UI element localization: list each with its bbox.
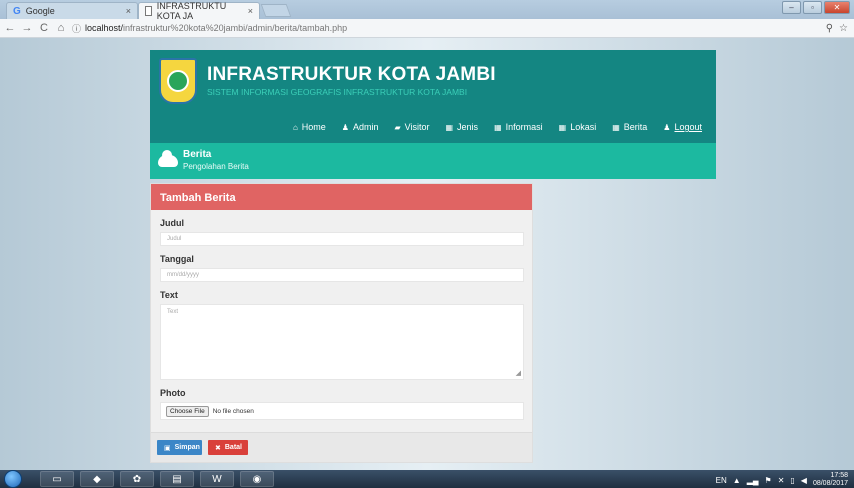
home-browser-icon[interactable]: ⌂	[54, 22, 68, 34]
network-icon[interactable]: ✕	[778, 476, 785, 485]
window-close-icon[interactable]: ✕	[824, 1, 850, 14]
cross-icon: ✖	[215, 444, 221, 452]
save-button[interactable]: ▣ Simpan	[157, 440, 202, 455]
breadcrumb-subtitle: Pengolahan Berita	[183, 162, 249, 171]
nav-lokasi[interactable]: ▦ Lokasi	[559, 122, 597, 132]
choose-file-button[interactable]: Choose File	[166, 405, 209, 417]
os-taskbar: ▭ ◆ ✿ ▤ W ◉ EN ▲ ▂▄ ⚑ ✕ ▯ ◀ 17:58 08/08/…	[0, 470, 854, 488]
tab-title: INFRASTRUKTU KOTA JA	[156, 1, 227, 21]
news-form: Judul Judul Tanggal mm/dd/yyyy Text Text…	[151, 218, 532, 420]
close-icon[interactable]: ×	[126, 6, 131, 16]
tab-google[interactable]: G Google ×	[6, 2, 138, 19]
site-title: INFRASTRUKTUR KOTA JAMBI	[207, 64, 496, 85]
minimize-icon[interactable]: –	[782, 1, 801, 14]
flag-icon[interactable]: ⚑	[765, 476, 772, 485]
browser-tab-bar: G Google × INFRASTRUKTU KOTA JA × – ▫ ✕	[0, 0, 854, 21]
nav-berita[interactable]: ▦ Berita	[612, 122, 647, 132]
cancel-button[interactable]: ✖ Batal	[208, 440, 248, 455]
app-icon[interactable]: ▤	[160, 471, 194, 487]
nav-jenis[interactable]: ▦ Jenis	[445, 122, 478, 132]
tanggal-input[interactable]: mm/dd/yyyy	[160, 268, 524, 282]
tab-title: Google	[25, 6, 55, 16]
clock-time: 17:58	[830, 472, 848, 479]
word-icon[interactable]: W	[200, 471, 234, 487]
photo-label: Photo	[160, 388, 186, 398]
text-textarea[interactable]: Text ◢	[160, 304, 524, 380]
nav-informasi[interactable]: ▦ Informasi	[494, 122, 543, 132]
judul-input[interactable]: Judul	[160, 232, 524, 246]
window-controls: – ▫ ✕	[782, 1, 850, 14]
url-host: localhost/	[85, 23, 124, 33]
cloud-icon	[158, 150, 178, 167]
app-icon[interactable]: ✿	[120, 471, 154, 487]
grid-icon: ▦	[612, 122, 620, 132]
user-icon: ♟	[341, 122, 349, 132]
volume-icon[interactable]: ◀	[801, 476, 807, 485]
form-panel: Tambah Berita Judul Judul Tanggal mm/dd/…	[150, 183, 533, 463]
resize-handle-icon[interactable]: ◢	[516, 369, 521, 377]
home-icon: ⌂	[292, 122, 298, 132]
star-icon[interactable]: ☆	[839, 23, 848, 34]
system-tray: EN ▲ ▂▄ ⚑ ✕ ▯ ◀ 17:58 08/08/2017	[716, 472, 848, 488]
nav-admin[interactable]: ♟ Admin	[342, 122, 379, 132]
start-button-icon[interactable]	[4, 470, 22, 488]
judul-label: Judul	[160, 218, 184, 228]
city-logo	[159, 58, 197, 104]
nav-logout[interactable]: ♟ Logout	[663, 122, 702, 132]
app-icon[interactable]: ◆	[80, 471, 114, 487]
nav-home[interactable]: ⌂ Home	[293, 122, 326, 132]
maximize-icon[interactable]: ▫	[803, 1, 822, 14]
reload-icon[interactable]: C	[37, 22, 51, 34]
new-tab-button[interactable]	[260, 4, 292, 17]
url-path: infrastruktur%20kota%20jambi/admin/berit…	[123, 23, 348, 33]
grid-icon: ▦	[494, 122, 502, 132]
grid-icon: ▦	[445, 122, 454, 132]
language-indicator[interactable]: EN	[716, 476, 727, 485]
text-label: Text	[160, 290, 178, 300]
breadcrumb-title: Berita	[183, 149, 212, 160]
signal-icon[interactable]: ▂▄	[747, 476, 759, 485]
forward-icon[interactable]: →	[20, 22, 34, 34]
tray-arrow-icon[interactable]: ▲	[733, 476, 741, 485]
clock[interactable]: 17:58 08/08/2017	[813, 472, 848, 488]
file-status: No file chosen	[212, 407, 254, 415]
form-footer: ▣ Simpan ✖ Batal	[151, 432, 532, 462]
site-subtitle: SISTEM INFORMASI GEOGRAFIS INFRASTRUKTUR…	[207, 87, 468, 97]
battery-icon[interactable]: ▯	[790, 476, 794, 485]
explorer-icon[interactable]: ▭	[40, 471, 74, 487]
image-icon: ▰	[394, 122, 401, 132]
grid-icon: ▦	[558, 122, 567, 132]
clock-date: 08/08/2017	[812, 480, 848, 487]
back-icon[interactable]: ←	[3, 22, 17, 34]
chrome-icon[interactable]: ◉	[240, 471, 274, 487]
floppy-icon: ▣	[164, 444, 171, 452]
panel-heading: Tambah Berita	[151, 184, 532, 210]
close-icon[interactable]: ×	[248, 6, 253, 16]
google-icon: G	[13, 5, 21, 17]
nav-visitor[interactable]: ▰ Visitor	[394, 122, 429, 132]
url-field[interactable]: ⓘ localhost/ infrastruktur%20kota%20jamb…	[72, 21, 826, 36]
photo-file-input: Choose File No file chosen	[160, 402, 524, 420]
breadcrumb: Berita Pengolahan Berita	[150, 143, 716, 179]
user-icon: ♟	[663, 122, 671, 132]
address-bar: ← → C ⌂ ⓘ localhost/ infrastruktur%20kot…	[0, 19, 854, 38]
info-icon[interactable]: ⓘ	[72, 22, 81, 35]
main-nav: ⌂ Home ♟ Admin ▰ Visitor ▦ Jenis ▦ Informasi …	[293, 122, 702, 132]
text-placeholder: Text	[167, 309, 179, 315]
tanggal-label: Tanggal	[160, 254, 194, 264]
page-icon	[145, 6, 152, 16]
page-viewport: INFRASTRUKTUR KOTA JAMBI SISTEM INFORMAS…	[0, 38, 854, 470]
zoom-icon[interactable]: ⚲	[826, 23, 833, 34]
tab-infrastruktur[interactable]: INFRASTRUKTU KOTA JA ×	[138, 1, 260, 21]
